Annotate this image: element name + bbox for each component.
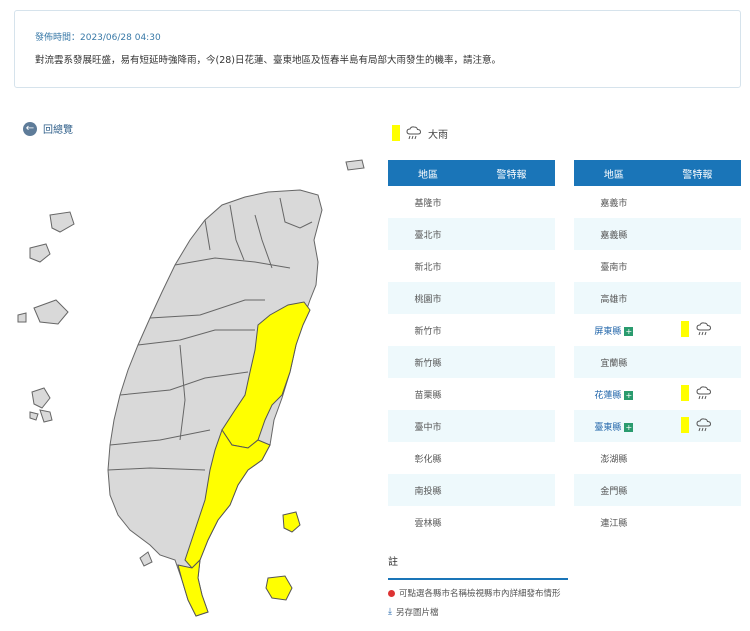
table-row: 新北市 — [388, 250, 555, 282]
warning-color-swatch — [681, 416, 690, 433]
table-row: 嘉義縣 — [574, 218, 741, 250]
notes-section: 註 可點選各縣市名稱檢視縣市內詳細發布情形 ⤓ 另存圖片檔 — [388, 553, 568, 618]
region-name[interactable]: 宜蘭縣 — [574, 346, 654, 378]
table-row: 高雄市 — [574, 282, 741, 314]
col-header-region: 地區 — [574, 160, 654, 186]
rain-cloud-icon — [406, 126, 422, 140]
table-row: 彰化縣 — [388, 442, 555, 474]
region-name[interactable]: 苗栗縣 — [388, 378, 468, 410]
region-name[interactable]: 金門縣 — [574, 474, 654, 506]
expand-plus-icon[interactable]: + — [624, 326, 634, 336]
region-name[interactable]: 臺東縣 — [594, 423, 621, 433]
warning-color-swatch — [681, 384, 690, 401]
col-header-warning: 警特報 — [653, 160, 741, 186]
table-row: 嘉義市 — [574, 186, 741, 218]
save-image-link[interactable]: ⤓ 另存圖片檔 — [388, 606, 568, 618]
taiwan-mainland — [107, 189, 323, 617]
warning-color-swatch — [681, 320, 690, 337]
bullet-icon — [388, 589, 395, 597]
region-name[interactable]: 屏東縣 — [594, 327, 621, 337]
expand-plus-icon[interactable]: + — [624, 422, 634, 432]
region-name[interactable]: 雲林縣 — [388, 506, 468, 538]
col-header-region: 地區 — [388, 160, 469, 186]
region-name[interactable]: 臺中市 — [388, 410, 469, 442]
region-name[interactable]: 新北市 — [388, 250, 468, 282]
arrow-left-icon: ← — [23, 121, 37, 136]
pingtung-region — [177, 558, 209, 617]
region-name-link[interactable]: 屏東縣 + — [574, 314, 654, 346]
table-row: 臺北市 — [388, 218, 555, 250]
region-name[interactable]: 連江縣 — [574, 506, 654, 538]
table-row: 新竹市 — [388, 314, 555, 346]
table-row: 連江縣 — [574, 506, 741, 538]
rain-cloud-icon — [696, 321, 712, 335]
back-label: 回總覽 — [43, 125, 73, 136]
region-name-link[interactable]: 花蓮縣 + — [574, 378, 654, 410]
table-row: 基隆市 — [388, 186, 555, 218]
col-header-warning: 警特報 — [468, 160, 555, 186]
green-island — [282, 511, 301, 533]
notes-title: 註 — [388, 553, 568, 580]
table-row: 雲林縣 — [388, 506, 555, 538]
table-row: 臺中市 — [388, 410, 555, 442]
orchid-island — [265, 575, 293, 601]
expand-plus-icon[interactable]: + — [624, 390, 634, 400]
notice-box: 發佈時間：2023/06/28 04:30 對流雲系發展旺盛，易有短延時強降雨，… — [14, 10, 741, 88]
region-name[interactable]: 高雄市 — [574, 282, 654, 314]
taiwan-warning-map — [17, 159, 365, 617]
note-item: 可點選各縣市名稱檢視縣市內詳細發布情形 — [388, 587, 568, 599]
heavy-rain-warning — [681, 320, 713, 337]
region-name[interactable]: 臺北市 — [388, 218, 469, 250]
legend-color-swatch — [392, 125, 400, 141]
table-row: 桃園市 — [388, 282, 555, 314]
legend: 大雨 — [392, 125, 448, 141]
table-row: 臺東縣 + — [574, 410, 741, 442]
rain-cloud-icon — [696, 417, 712, 431]
region-name[interactable]: 新竹縣 — [388, 346, 469, 378]
table-row: 臺南市 — [574, 250, 741, 282]
table-row: 金門縣 — [574, 474, 741, 506]
heavy-rain-warning — [681, 416, 713, 433]
region-name[interactable]: 基隆市 — [388, 186, 468, 218]
issue-time: 發佈時間：2023/06/28 04:30 — [35, 33, 161, 43]
table-row: 屏東縣 + — [574, 314, 741, 346]
table-row: 苗栗縣 — [388, 378, 555, 410]
region-name[interactable]: 澎湖縣 — [574, 442, 654, 474]
download-icon: ⤓ — [388, 607, 392, 617]
warning-table-south: 地區 警特報 嘉義市 嘉義縣 臺南市 高雄市 屏東縣 + 宜蘭縣 花蓮縣 + 臺東縣… — [574, 160, 741, 538]
back-to-overview-link[interactable]: ← 回總覽 — [23, 121, 73, 136]
table-row: 南投縣 — [388, 474, 555, 506]
heavy-rain-warning — [681, 384, 713, 401]
region-name[interactable]: 花蓮縣 — [594, 391, 621, 401]
note-text: 可點選各縣市名稱檢視縣市內詳細發布情形 — [399, 589, 561, 599]
region-name[interactable]: 桃園市 — [388, 282, 469, 314]
warning-table-north: 地區 警特報 基隆市 臺北市 新北市 桃園市 新竹市 新竹縣 苗栗縣 臺中市 彰… — [388, 160, 555, 538]
table-row: 新竹縣 — [388, 346, 555, 378]
rain-cloud-icon — [696, 385, 712, 399]
region-name-link[interactable]: 臺東縣 + — [574, 410, 654, 442]
region-name[interactable]: 臺南市 — [574, 250, 654, 282]
region-name[interactable]: 新竹市 — [388, 314, 468, 346]
region-name[interactable]: 嘉義縣 — [574, 218, 654, 250]
region-name[interactable]: 嘉義市 — [574, 186, 654, 218]
region-name[interactable]: 南投縣 — [388, 474, 469, 506]
region-name[interactable]: 彰化縣 — [388, 442, 468, 474]
table-row: 澎湖縣 — [574, 442, 741, 474]
save-image-label[interactable]: 另存圖片檔 — [396, 606, 439, 618]
table-row: 宜蘭縣 — [574, 346, 741, 378]
legend-label: 大雨 — [428, 129, 448, 141]
table-row: 花蓮縣 + — [574, 378, 741, 410]
notice-message: 對流雲系發展旺盛，易有短延時強降雨，今(28)日花蓮、臺東地區及恆春半島有局部大… — [35, 55, 502, 66]
